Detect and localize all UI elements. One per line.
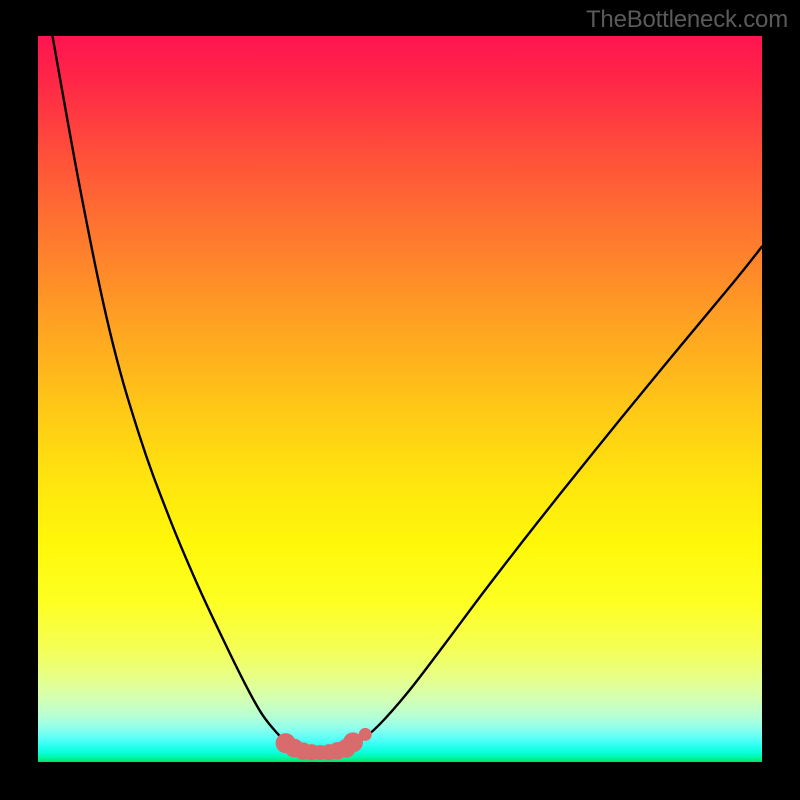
chart-frame: TheBottleneck.com: [0, 0, 800, 800]
valley-marker-outlier: [359, 728, 372, 741]
valley-markers: [276, 728, 372, 760]
curve-left-branch: [52, 36, 295, 749]
watermark-text: TheBottleneck.com: [586, 6, 788, 34]
curve-layer: [38, 36, 762, 762]
curve-right-branch: [346, 247, 762, 749]
plot-area: [38, 36, 762, 762]
